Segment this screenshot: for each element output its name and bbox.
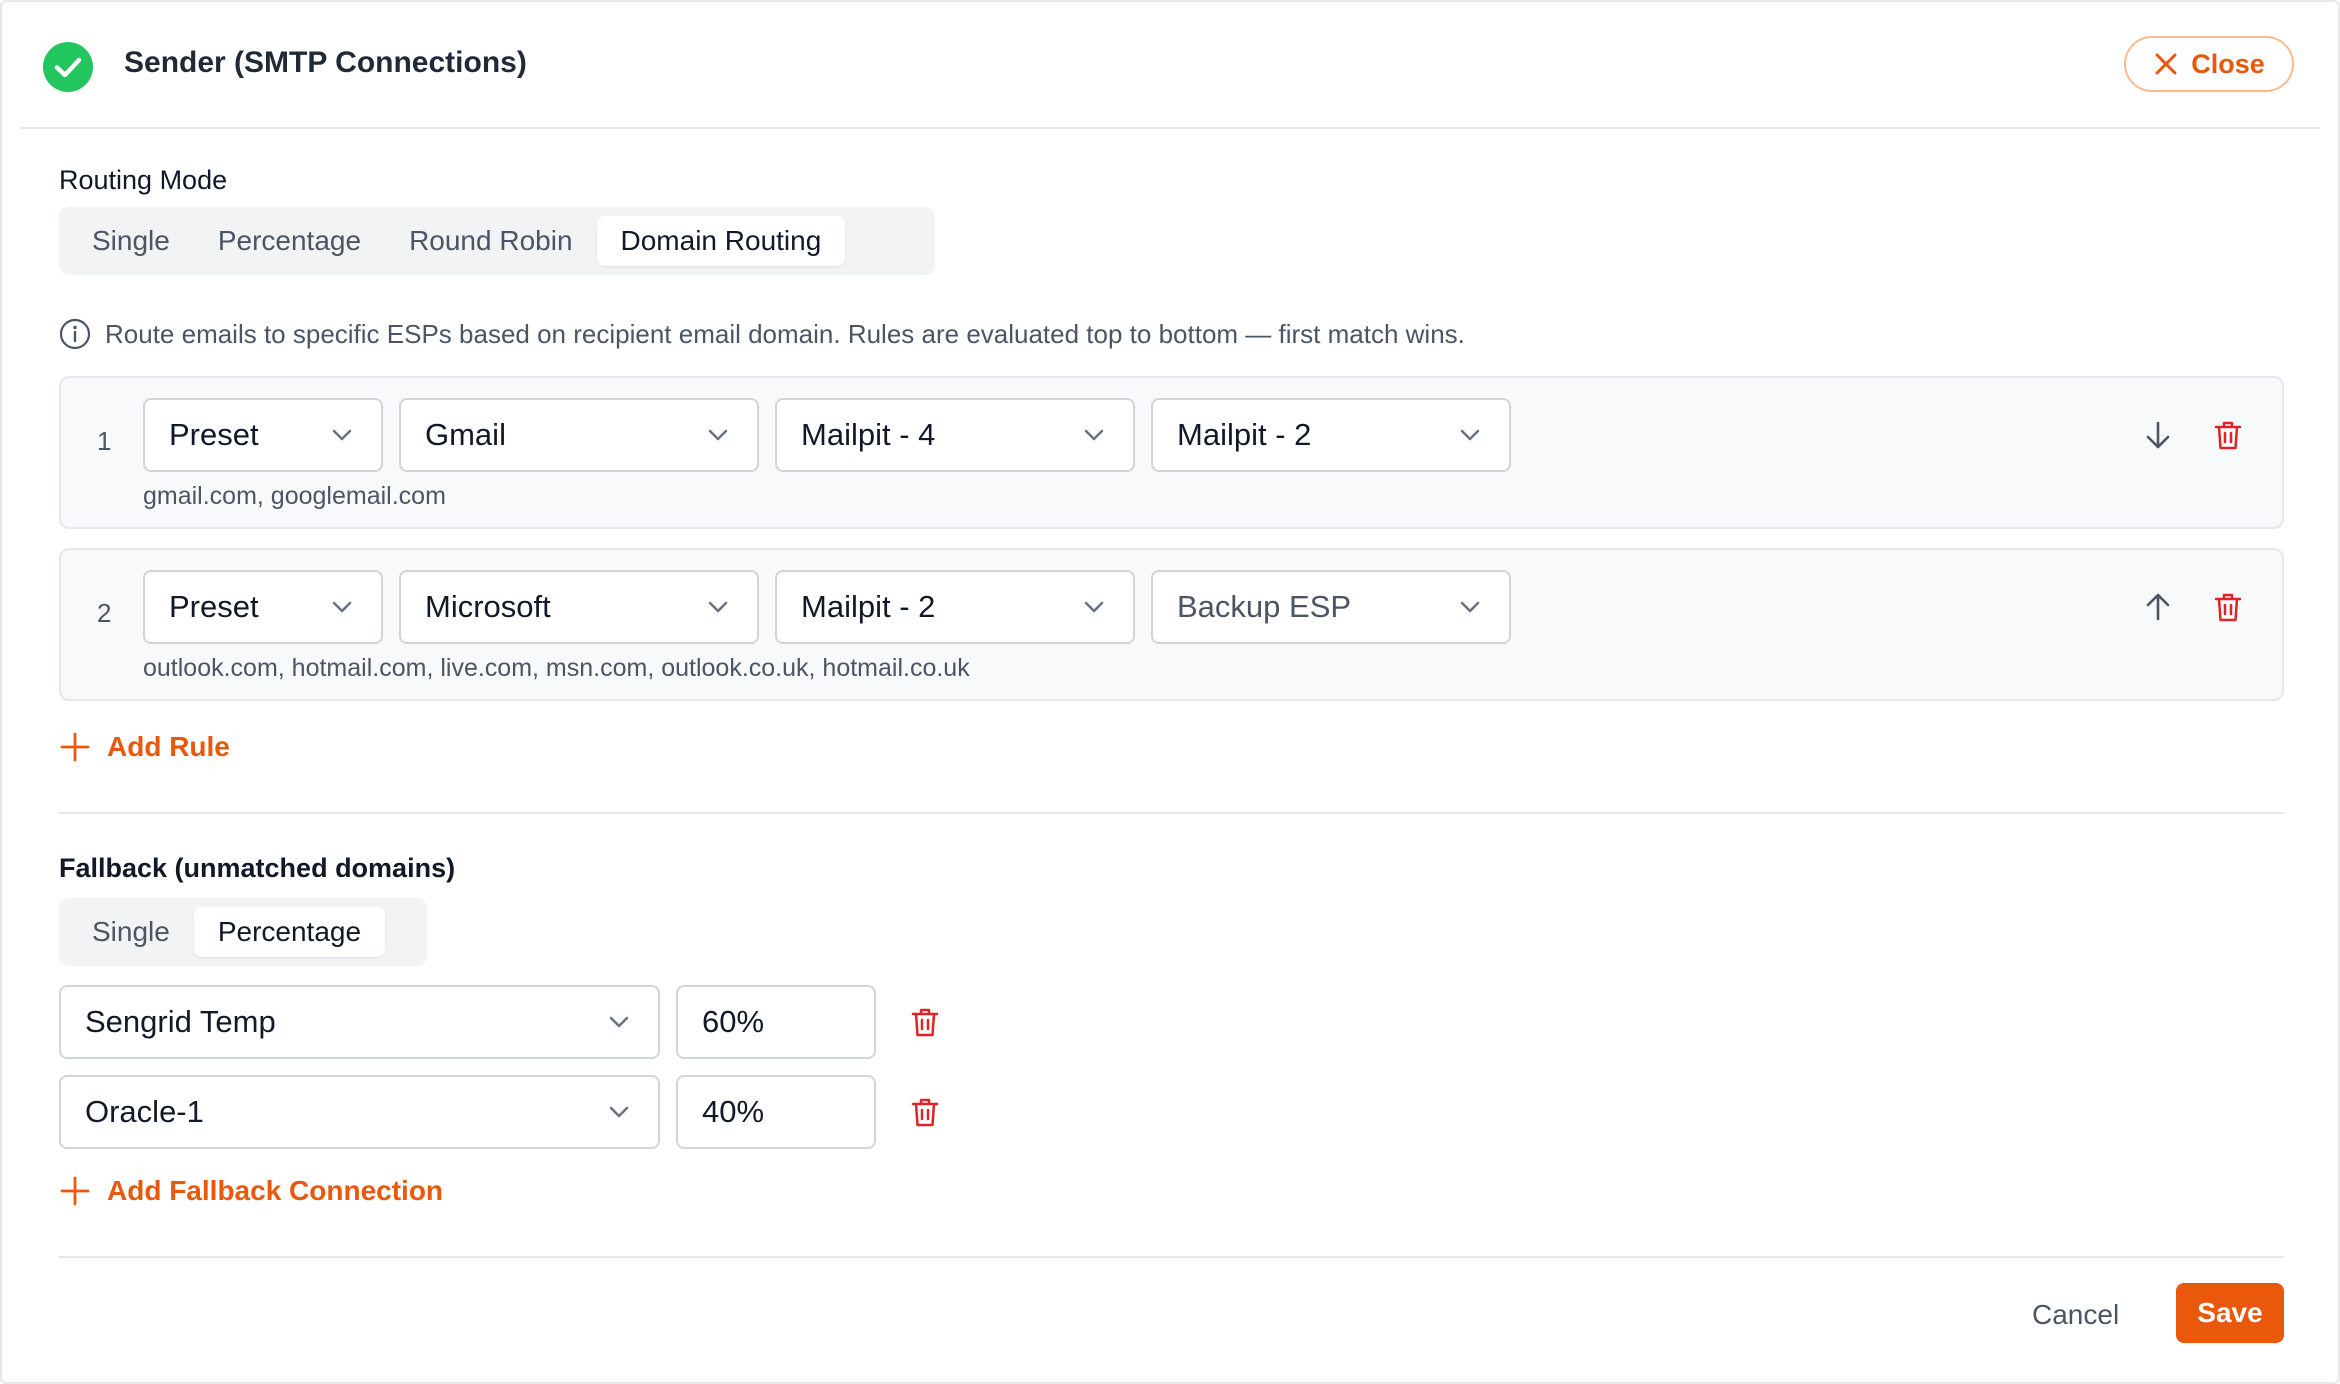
close-icon: [2155, 53, 2177, 75]
rule-primary-esp-select[interactable]: Mailpit - 2: [775, 570, 1135, 644]
routing-mode-tabs: Single Percentage Round Robin Domain Rou…: [59, 207, 935, 275]
routing-info: Route emails to specific ESPs based on r…: [59, 318, 1465, 350]
rule-type-value: Preset: [169, 417, 259, 452]
rule-secondary-esp-value: Mailpit - 2: [1177, 417, 1312, 452]
chevron-down-icon: [1084, 601, 1104, 613]
chevron-down-icon: [609, 1016, 629, 1028]
rule-domains: outlook.com, hotmail.com, live.com, msn.…: [143, 654, 970, 682]
rule-provider-select[interactable]: Microsoft: [399, 570, 759, 644]
rule-provider-value: Microsoft: [425, 589, 551, 624]
chevron-down-icon: [1460, 601, 1480, 613]
rule-secondary-esp-value: Backup ESP: [1177, 589, 1352, 624]
routing-rule: 1 Preset Gmail Mailpit - 4 Mailpit - 2 g…: [59, 376, 2284, 529]
rule-primary-esp-select[interactable]: Mailpit - 4: [775, 398, 1135, 472]
chevron-down-icon: [332, 429, 352, 441]
plus-icon: [60, 1176, 90, 1206]
tab-fallback-single[interactable]: Single: [68, 907, 194, 957]
rule-primary-esp-value: Mailpit - 4: [801, 417, 936, 452]
plus-icon: [60, 732, 90, 762]
page-title: Sender (SMTP Connections): [124, 46, 527, 79]
trash-icon[interactable]: [2211, 590, 2245, 624]
rule-provider-select[interactable]: Gmail: [399, 398, 759, 472]
rule-domains: gmail.com, googlemail.com: [143, 482, 446, 510]
close-button-label: Close: [2191, 48, 2265, 79]
divider: [59, 812, 2284, 814]
info-icon: [59, 318, 91, 350]
tab-round-robin[interactable]: Round Robin: [385, 216, 596, 266]
rule-type-value: Preset: [169, 589, 259, 624]
add-fallback-connection-button[interactable]: Add Fallback Connection: [59, 1175, 443, 1207]
close-button[interactable]: Close: [2124, 36, 2294, 92]
chevron-down-icon: [332, 601, 352, 613]
arrow-down-icon[interactable]: [2141, 418, 2175, 452]
tab-single[interactable]: Single: [68, 216, 194, 266]
rule-primary-esp-value: Mailpit - 2: [801, 589, 936, 624]
fallback-connection-value: Oracle-1: [85, 1094, 204, 1129]
fallback-percent-input[interactable]: 40%: [676, 1075, 876, 1149]
trash-icon[interactable]: [908, 1005, 942, 1039]
chevron-down-icon: [1460, 429, 1480, 441]
routing-mode-label: Routing Mode: [59, 165, 228, 195]
rule-secondary-esp-select[interactable]: Backup ESP: [1151, 570, 1511, 644]
rule-number: 1: [97, 426, 112, 456]
check-circle-icon: [43, 42, 93, 92]
rule-type-select[interactable]: Preset: [143, 398, 383, 472]
routing-rule: 2 Preset Microsoft Mailpit - 2 Backup ES…: [59, 548, 2284, 701]
cancel-button[interactable]: Cancel: [2032, 1292, 2119, 1338]
add-rule-label: Add Rule: [107, 731, 230, 762]
trash-icon[interactable]: [908, 1095, 942, 1129]
smtp-sender-panel: Sender (SMTP Connections) Close Routing …: [0, 0, 2340, 1384]
info-text: Route emails to specific ESPs based on r…: [105, 318, 1465, 349]
tab-percentage[interactable]: Percentage: [194, 216, 385, 266]
rule-number: 2: [97, 598, 112, 628]
fallback-connection-select[interactable]: Sengrid Temp: [59, 985, 660, 1059]
fallback-connection-value: Sengrid Temp: [85, 1004, 276, 1039]
add-rule-button[interactable]: Add Rule: [59, 731, 230, 763]
arrow-up-icon[interactable]: [2141, 590, 2175, 624]
chevron-down-icon: [609, 1106, 629, 1118]
chevron-down-icon: [1084, 429, 1104, 441]
divider: [59, 1256, 2284, 1258]
tab-domain-routing[interactable]: Domain Routing: [596, 216, 846, 266]
panel-header: Sender (SMTP Connections) Close: [20, 2, 2320, 129]
fallback-connection-select[interactable]: Oracle-1: [59, 1075, 660, 1149]
rule-provider-value: Gmail: [425, 417, 506, 452]
tab-fallback-percentage[interactable]: Percentage: [193, 907, 386, 957]
fallback-mode-tabs: Single Percentage: [59, 898, 427, 966]
rule-type-select[interactable]: Preset: [143, 570, 383, 644]
rule-secondary-esp-select[interactable]: Mailpit - 2: [1151, 398, 1511, 472]
fallback-label: Fallback (unmatched domains): [59, 853, 456, 883]
trash-icon[interactable]: [2211, 418, 2245, 452]
save-button[interactable]: Save: [2176, 1283, 2284, 1343]
add-fallback-connection-label: Add Fallback Connection: [107, 1175, 444, 1206]
chevron-down-icon: [708, 429, 728, 441]
fallback-percent-input[interactable]: 60%: [676, 985, 876, 1059]
chevron-down-icon: [708, 601, 728, 613]
